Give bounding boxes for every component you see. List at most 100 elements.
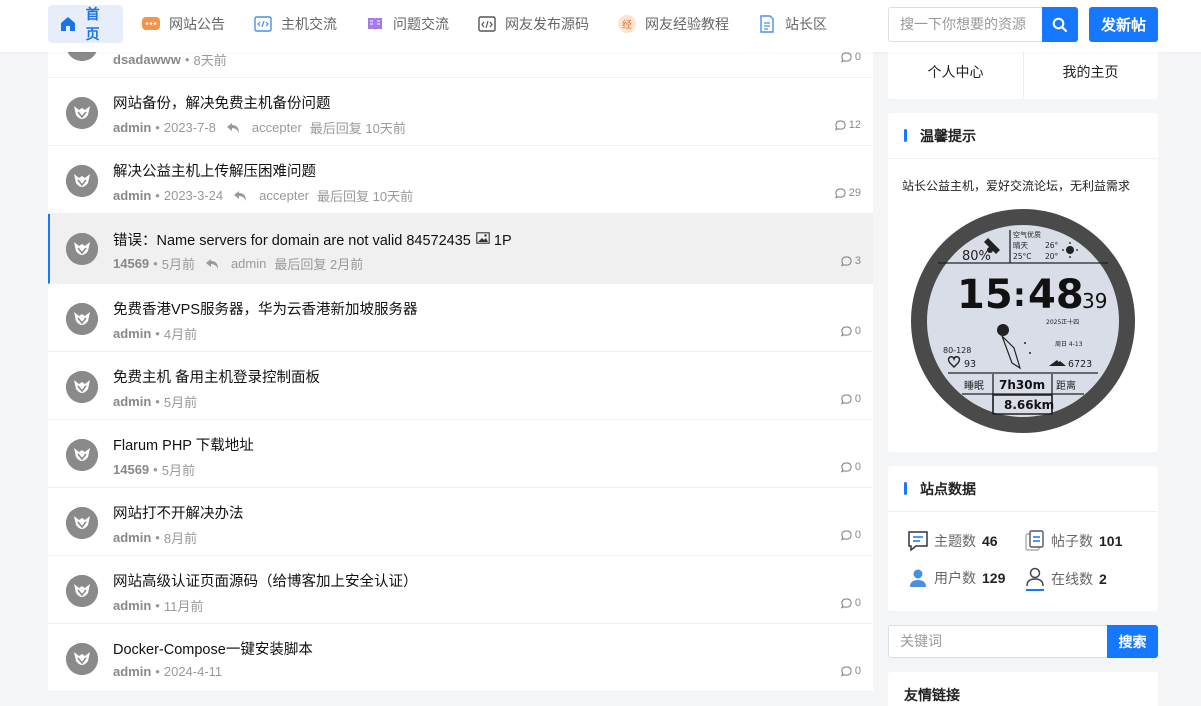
post-time: 5月前 xyxy=(161,257,195,272)
reply-count: 0 xyxy=(840,461,861,473)
my-homepage-link[interactable]: 我的主页 xyxy=(1023,45,1158,99)
last-replier[interactable]: accepter xyxy=(252,120,302,135)
header-accent xyxy=(904,482,907,495)
watch-weather: 晴天 xyxy=(1013,240,1029,250)
post-row[interactable]: 错误：Name servers for domain are not valid… xyxy=(48,214,873,284)
user-icon xyxy=(906,566,930,590)
post-time: 2024-4-11 xyxy=(163,664,223,679)
post-row[interactable]: 免费主机 备用主机登录控制面板 admin • 5月前 0 xyxy=(48,352,873,420)
personal-center-link[interactable]: 个人中心 xyxy=(888,45,1023,99)
stat-online: 在线数 2 xyxy=(1023,566,1107,592)
nav-host[interactable]: 主机交流 xyxy=(243,5,347,43)
nav-source[interactable]: 网友发布源码 xyxy=(467,5,599,43)
separator-dot: • xyxy=(184,52,190,67)
stats-title: 站点数据 xyxy=(920,480,976,497)
post-author[interactable]: admin xyxy=(113,326,151,341)
avatar[interactable] xyxy=(66,165,98,197)
post-author[interactable]: admin xyxy=(113,598,151,613)
separator-dot: • xyxy=(155,188,160,203)
post-row[interactable]: 免费香港VPS服务器，华为云香港新加坡服务器 admin • 4月前 0 xyxy=(48,284,873,352)
comment-icon xyxy=(840,255,855,267)
separator-dot: • xyxy=(153,462,158,477)
separator-dot: • xyxy=(155,326,160,341)
keyword-search-button[interactable]: 搜索 xyxy=(1107,625,1158,658)
search-button[interactable] xyxy=(1042,7,1078,42)
nav-webmaster[interactable]: 站长区 xyxy=(747,5,837,43)
post-row[interactable]: 网站备份，解决免费主机备份问题 admin • 2023-7-8 accepter 最后回… xyxy=(48,78,873,146)
post-author[interactable]: 14569 xyxy=(113,462,149,477)
last-replier[interactable]: accepter xyxy=(259,188,309,203)
watch-second: 39 xyxy=(1082,289,1107,313)
post-meta: admin • 11月前 xyxy=(113,596,203,615)
post-time: 2023-3-24 xyxy=(163,188,224,203)
post-meta: admin • 2024-4-11 xyxy=(113,664,222,679)
post-title[interactable]: 网站打不开解决办法 xyxy=(113,502,244,523)
post-title[interactable]: 网站备份，解决免费主机备份问题 xyxy=(113,92,331,113)
avatar[interactable] xyxy=(66,643,98,675)
nav-source-label: 网友发布源码 xyxy=(505,16,589,32)
last-reply-time: 最后回复 2月前 xyxy=(274,257,364,272)
post-row[interactable]: Docker-Compose一键安装脚本 admin • 2024-4-11 0 xyxy=(48,624,873,692)
avatar[interactable] xyxy=(66,575,98,607)
user-card: 个人中心 我的主页 xyxy=(888,45,1158,99)
stat-posts-value: 101 xyxy=(1099,533,1123,549)
book-icon xyxy=(365,14,385,34)
post-author[interactable]: dsadawww xyxy=(113,52,181,67)
post-title[interactable]: Docker-Compose一键安装脚本 xyxy=(113,638,313,659)
post-meta: admin • 2023-7-8 accepter 最后回复 10天前 xyxy=(113,118,406,137)
post-meta: admin • 8月前 xyxy=(113,528,197,547)
post-row[interactable]: Flarum PHP 下载地址 14569 • 5月前 0 xyxy=(48,420,873,488)
search-input[interactable]: 搜一下你想要的资源 xyxy=(888,7,1042,42)
post-time: 5月前 xyxy=(163,395,198,410)
comment-icon xyxy=(840,597,855,609)
post-meta: admin • 2023-3-24 accepter 最后回复 10天前 xyxy=(113,186,413,205)
post-time: 8天前 xyxy=(193,53,227,68)
last-replier[interactable]: admin xyxy=(231,256,266,271)
watch-hour: 15 xyxy=(957,272,1013,318)
post-author[interactable]: 14569 xyxy=(113,256,149,271)
svg-text:经: 经 xyxy=(622,18,632,31)
comment-icon xyxy=(840,393,855,405)
new-post-button[interactable]: 发新帖 xyxy=(1089,7,1158,42)
post-title[interactable]: 解决公益主机上传解压困难问题 xyxy=(113,160,316,181)
avatar[interactable] xyxy=(66,233,98,265)
post-title[interactable]: 免费香港VPS服务器，华为云香港新加坡服务器 xyxy=(113,298,418,319)
post-author[interactable]: admin xyxy=(113,120,151,135)
nav-announcement[interactable]: 网站公告 xyxy=(131,5,235,43)
watch-sleep-label: 睡眠 xyxy=(964,379,984,392)
post-author[interactable]: admin xyxy=(113,188,151,203)
keyword-input[interactable]: 关键词 xyxy=(888,625,1107,658)
stat-topics: 主题数 46 xyxy=(906,529,998,553)
nav-webmaster-label: 站长区 xyxy=(785,16,827,32)
post-row[interactable]: 解决公益主机上传解压困难问题 admin • 2023-3-24 accepter 最后回… xyxy=(48,146,873,214)
watch-minute: 48 xyxy=(1028,272,1084,318)
reply-count: 12 xyxy=(834,119,861,131)
avatar[interactable] xyxy=(66,303,98,335)
post-row[interactable]: 网站高级认证页面源码（给博客加上安全认证） admin • 11月前 0 xyxy=(48,556,873,624)
post-row[interactable]: 网站打不开解决办法 admin • 8月前 0 xyxy=(48,488,873,556)
avatar[interactable] xyxy=(66,97,98,129)
reply-icon xyxy=(205,258,219,270)
post-author[interactable]: admin xyxy=(113,530,151,545)
post-title[interactable]: 错误：Name servers for domain are not valid… xyxy=(113,229,512,250)
avatar[interactable] xyxy=(66,439,98,471)
avatar[interactable] xyxy=(66,371,98,403)
post-title[interactable]: 网站高级认证页面源码（给博客加上安全认证） xyxy=(113,570,418,591)
comment-icon xyxy=(840,325,855,337)
stat-posts-label: 帖子数 xyxy=(1051,533,1093,549)
post-author[interactable]: admin xyxy=(113,394,151,409)
separator-dot: • xyxy=(155,598,160,613)
nav-tutorial[interactable]: 经 网友经验教程 xyxy=(607,5,739,43)
post-title[interactable]: Flarum PHP 下载地址 xyxy=(113,434,254,455)
post-meta: dsadawww • 8天前 xyxy=(113,50,227,69)
nav-question[interactable]: 问题交流 xyxy=(355,5,459,43)
links-card: 友情链接 xyxy=(888,672,1158,706)
chat-icon xyxy=(906,529,930,553)
nav-home[interactable]: 首页 xyxy=(48,5,123,43)
home-icon xyxy=(58,14,78,34)
post-meta: 14569 • 5月前 admin 最后回复 2月前 xyxy=(113,254,363,273)
post-title[interactable]: 免费主机 备用主机登录控制面板 xyxy=(113,366,320,387)
post-author[interactable]: admin xyxy=(113,664,151,679)
stats-card: 站点数据 主题数 46 帖子数 101 用户数 129 在线数 2 xyxy=(888,466,1158,611)
avatar[interactable] xyxy=(66,507,98,539)
